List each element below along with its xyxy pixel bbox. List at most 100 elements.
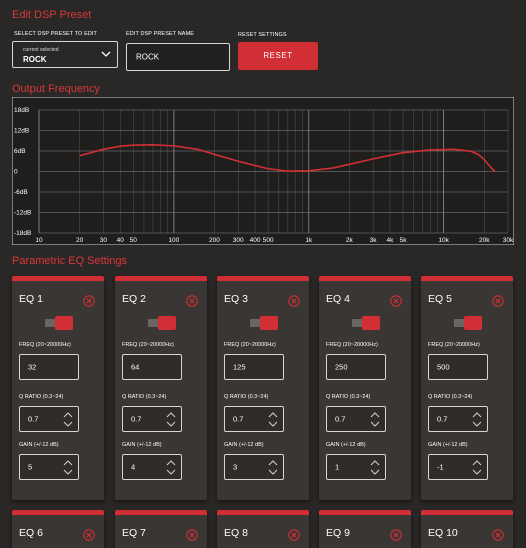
q-ratio-stepper[interactable]: 0.7 bbox=[428, 406, 488, 432]
eq-band-title: EQ 8 bbox=[224, 527, 248, 539]
freq-label: FREQ (20~20000Hz) bbox=[428, 342, 480, 348]
remove-band-button[interactable] bbox=[288, 528, 300, 546]
q-ratio-stepper[interactable]: 0.7 bbox=[19, 406, 79, 432]
gain-stepper[interactable]: 1 bbox=[326, 454, 386, 480]
stepper-arrows-icon[interactable] bbox=[63, 459, 73, 476]
gain-label: GAIN (+/-12 dB) bbox=[428, 442, 468, 448]
stepper-arrows-icon[interactable] bbox=[370, 411, 380, 428]
toggle-switch-icon[interactable] bbox=[148, 316, 176, 330]
y-tick-label: -6dB bbox=[14, 189, 28, 196]
stepper-arrows-icon[interactable] bbox=[370, 459, 380, 476]
x-tick-label: 2k bbox=[346, 237, 354, 244]
stepper-arrows-icon[interactable] bbox=[268, 411, 278, 428]
q-ratio-label: Q RATIO (0.3~24) bbox=[122, 394, 167, 400]
reset-settings-label: RESET SETTINGS bbox=[238, 32, 287, 38]
freq-input[interactable]: 32 bbox=[19, 354, 79, 380]
gain-stepper[interactable]: -1 bbox=[428, 454, 488, 480]
remove-band-button[interactable] bbox=[390, 528, 402, 546]
remove-band-button[interactable] bbox=[186, 294, 198, 312]
preset-name-input[interactable]: ROCK bbox=[126, 43, 230, 71]
y-tick-label: 12dB bbox=[14, 128, 29, 135]
y-tick-label: -12dB bbox=[14, 210, 31, 217]
remove-band-button[interactable] bbox=[83, 294, 95, 312]
gain-stepper[interactable]: 4 bbox=[122, 454, 182, 480]
freq-input[interactable]: 250 bbox=[326, 354, 386, 380]
close-icon[interactable] bbox=[186, 295, 198, 307]
close-icon[interactable] bbox=[390, 295, 402, 307]
x-tick-label: 400 bbox=[250, 237, 261, 244]
x-tick-label: 10 bbox=[35, 237, 43, 244]
x-tick-label: 50 bbox=[130, 237, 138, 244]
eq-band-title: EQ 4 bbox=[326, 293, 350, 305]
y-tick-label: 18dB bbox=[14, 107, 29, 114]
stepper-arrows-icon[interactable] bbox=[63, 411, 73, 428]
gain-label: GAIN (+/-12 dB) bbox=[224, 442, 264, 448]
freq-input[interactable]: 125 bbox=[224, 354, 284, 380]
chevron-down-icon bbox=[101, 51, 111, 57]
freq-label: FREQ (20~20000Hz) bbox=[326, 342, 378, 348]
current-selected-label: current selected bbox=[23, 47, 59, 53]
gain-value: 5 bbox=[28, 462, 33, 472]
reset-button[interactable]: RESET bbox=[238, 42, 318, 70]
eq-band-title: EQ 9 bbox=[326, 527, 350, 539]
gain-label: GAIN (+/-12 dB) bbox=[326, 442, 366, 448]
remove-band-button[interactable] bbox=[492, 294, 504, 312]
close-icon[interactable] bbox=[492, 529, 504, 541]
gain-stepper[interactable]: 5 bbox=[19, 454, 79, 480]
eq-band-card: EQ 10 bbox=[421, 510, 513, 548]
toggle-switch-icon[interactable] bbox=[45, 316, 73, 330]
eq-band-card: EQ 1 FREQ (20~20000Hz) 32 Q RATIO (0.3~24) 0… bbox=[12, 276, 104, 500]
preset-select-value: ROCK bbox=[23, 55, 47, 64]
x-tick-label: 30 bbox=[100, 237, 108, 244]
x-tick-label: 300 bbox=[233, 237, 244, 244]
stepper-arrows-icon[interactable] bbox=[166, 459, 176, 476]
q-ratio-label: Q RATIO (0.3~24) bbox=[224, 394, 269, 400]
remove-band-button[interactable] bbox=[288, 294, 300, 312]
x-tick-label: 1k bbox=[305, 237, 313, 244]
eq-band-title: EQ 5 bbox=[428, 293, 452, 305]
close-icon[interactable] bbox=[390, 529, 402, 541]
toggle-switch-icon[interactable] bbox=[352, 316, 380, 330]
remove-band-button[interactable] bbox=[390, 294, 402, 312]
eq-band-title: EQ 7 bbox=[122, 527, 146, 539]
freq-label: FREQ (20~20000Hz) bbox=[122, 342, 174, 348]
eq-band-card: EQ 7 bbox=[115, 510, 207, 548]
close-icon[interactable] bbox=[288, 529, 300, 541]
parametric-eq-title: Parametric EQ Settings bbox=[12, 255, 127, 267]
q-ratio-stepper[interactable]: 0.7 bbox=[326, 406, 386, 432]
eq-band-title: EQ 6 bbox=[19, 527, 43, 539]
freq-label: FREQ (20~20000Hz) bbox=[224, 342, 276, 348]
q-ratio-stepper[interactable]: 0.7 bbox=[122, 406, 182, 432]
close-icon[interactable] bbox=[83, 295, 95, 307]
remove-band-button[interactable] bbox=[492, 528, 504, 546]
output-frequency-title: Output Frequency bbox=[12, 83, 101, 95]
q-ratio-stepper[interactable]: 0.7 bbox=[224, 406, 284, 432]
freq-input[interactable]: 64 bbox=[122, 354, 182, 380]
eq-band-card: EQ 3 FREQ (20~20000Hz) 125 Q RATIO (0.3~24)… bbox=[217, 276, 309, 500]
remove-band-button[interactable] bbox=[83, 528, 95, 546]
remove-band-button[interactable] bbox=[186, 528, 198, 546]
close-icon[interactable] bbox=[492, 295, 504, 307]
gain-label: GAIN (+/-12 dB) bbox=[19, 442, 59, 448]
stepper-arrows-icon[interactable] bbox=[166, 411, 176, 428]
y-tick-label: -18dB bbox=[14, 230, 31, 237]
close-icon[interactable] bbox=[83, 529, 95, 541]
close-icon[interactable] bbox=[288, 295, 300, 307]
stepper-arrows-icon[interactable] bbox=[268, 459, 278, 476]
q-ratio-value: 0.7 bbox=[233, 414, 244, 424]
stepper-arrows-icon[interactable] bbox=[472, 411, 482, 428]
preset-select[interactable]: current selected ROCK bbox=[12, 41, 118, 68]
x-tick-label: 5k bbox=[400, 237, 408, 244]
toggle-switch-icon[interactable] bbox=[454, 316, 482, 330]
eq-band-card: EQ 8 bbox=[217, 510, 309, 548]
freq-input[interactable]: 500 bbox=[428, 354, 488, 380]
close-icon[interactable] bbox=[186, 529, 198, 541]
x-tick-label: 500 bbox=[263, 237, 274, 244]
stepper-arrows-icon[interactable] bbox=[472, 459, 482, 476]
toggle-switch-icon[interactable] bbox=[250, 316, 278, 330]
preset-name-label: EDIT DSP PRESET NAME bbox=[126, 31, 195, 37]
eq-band-card: EQ 9 bbox=[319, 510, 411, 548]
gain-stepper[interactable]: 3 bbox=[224, 454, 284, 480]
x-tick-label: 4k bbox=[387, 237, 395, 244]
eq-band-title: EQ 10 bbox=[428, 527, 458, 539]
